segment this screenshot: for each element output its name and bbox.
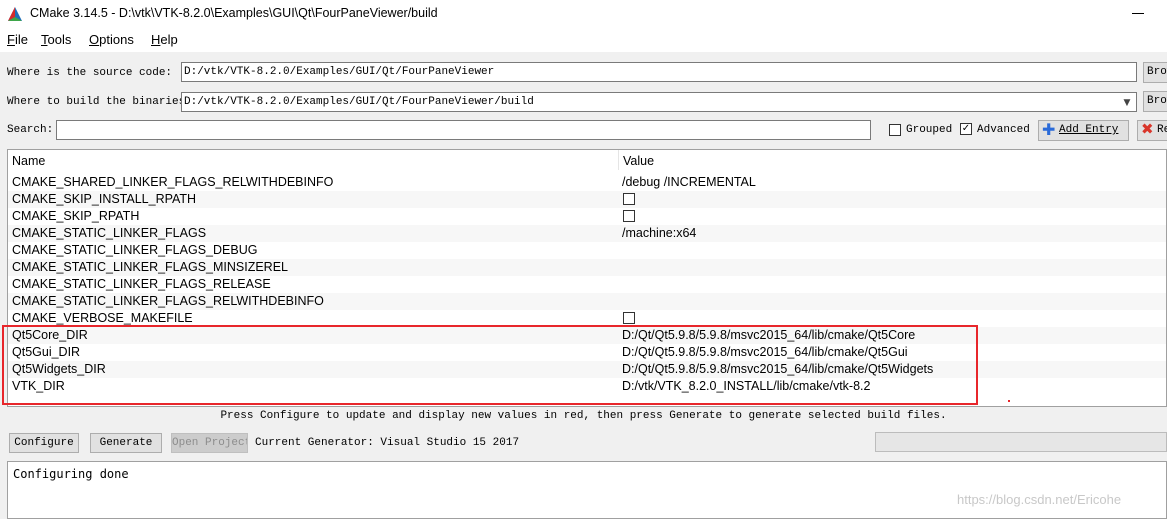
menu-options[interactable]: Options — [89, 32, 134, 47]
menu-help[interactable]: Help — [151, 32, 178, 47]
row-value-checkbox[interactable] — [623, 193, 635, 205]
generate-button[interactable]: Generate — [90, 433, 162, 453]
row-name: CMAKE_VERBOSE_MAKEFILE — [12, 311, 193, 325]
configure-button[interactable]: Configure — [9, 433, 79, 453]
row-value-checkbox[interactable] — [623, 210, 635, 222]
search-label: Search: — [7, 124, 54, 136]
row-name: CMAKE_STATIC_LINKER_FLAGS_DEBUG — [12, 243, 258, 257]
grouped-checkbox[interactable] — [889, 124, 901, 136]
table-row[interactable]: CMAKE_SKIP_RPATH — [8, 208, 1166, 225]
browse-build-button[interactable]: Brow — [1143, 91, 1167, 112]
row-name: CMAKE_STATIC_LINKER_FLAGS_RELWITHDEBINFO — [12, 294, 324, 308]
table-row[interactable]: CMAKE_STATIC_LINKER_FLAGS_RELEASE — [8, 276, 1166, 293]
row-name: CMAKE_SKIP_INSTALL_RPATH — [12, 192, 197, 206]
search-input[interactable] — [56, 120, 871, 140]
remove-icon: ✖ — [1141, 120, 1154, 138]
table-row[interactable]: CMAKE_SHARED_LINKER_FLAGS_RELWITHDEBINFO… — [8, 174, 1166, 191]
column-header-name[interactable]: Name — [12, 154, 45, 168]
open-project-button[interactable]: Open Project — [171, 433, 248, 453]
binaries-label: Where to build the binaries: — [7, 96, 192, 108]
table-row[interactable]: CMAKE_SKIP_INSTALL_RPATH — [8, 191, 1166, 208]
row-value[interactable]: /machine:x64 — [622, 226, 696, 240]
plus-icon: ✚ — [1042, 120, 1056, 139]
minimize-button[interactable] — [1132, 13, 1144, 14]
table-row[interactable]: CMAKE_STATIC_LINKER_FLAGS_DEBUG — [8, 242, 1166, 259]
add-entry-label: Add Entry — [1059, 124, 1119, 136]
watermark: https://blog.csdn.net/Ericohe — [957, 492, 1122, 507]
current-generator-text: Current Generator: Visual Studio 15 2017 — [255, 437, 520, 449]
browse-source-button[interactable]: Brow — [1143, 62, 1167, 83]
chevron-down-icon[interactable]: ▼ — [1120, 96, 1134, 110]
binaries-path-combo[interactable]: D:/vtk/VTK-8.2.0/Examples/GUI/Qt/FourPan… — [181, 92, 1137, 112]
output-text: Configuring done — [13, 467, 129, 481]
menu-file[interactable]: File — [7, 32, 28, 47]
header-separator — [618, 150, 619, 170]
menu-tools[interactable]: Tools — [41, 32, 71, 47]
column-header-value[interactable]: Value — [623, 154, 654, 168]
grouped-label: Grouped — [906, 124, 953, 136]
window-title: CMake 3.14.5 - D:\vtk\VTK-8.2.0\Examples… — [30, 6, 438, 20]
source-label: Where is the source code: — [7, 67, 173, 79]
row-name: CMAKE_STATIC_LINKER_FLAGS_RELEASE — [12, 277, 271, 291]
advanced-checkbox[interactable]: ✓ — [960, 123, 972, 135]
source-path-field[interactable]: D:/vtk/VTK-8.2.0/Examples/GUI/Qt/FourPan… — [181, 62, 1137, 82]
table-row[interactable]: CMAKE_STATIC_LINKER_FLAGS/machine:x64 — [8, 225, 1166, 242]
hint-text: Press Configure to update and display ne… — [220, 410, 947, 422]
progress-bar — [875, 432, 1167, 452]
row-name: CMAKE_STATIC_LINKER_FLAGS — [12, 226, 207, 240]
annotation-dot — [1008, 400, 1010, 402]
row-name: CMAKE_SHARED_LINKER_FLAGS_RELWITHDEBINFO — [12, 175, 334, 189]
highlight-box — [2, 325, 978, 405]
table-row[interactable]: CMAKE_STATIC_LINKER_FLAGS_RELWITHDEBINFO — [8, 293, 1166, 310]
row-value[interactable]: /debug /INCREMENTAL — [622, 175, 756, 189]
row-name: CMAKE_STATIC_LINKER_FLAGS_MINSIZEREL — [12, 260, 289, 274]
output-log[interactable] — [7, 461, 1167, 519]
remove-entry-label: Re — [1157, 124, 1167, 136]
row-value-checkbox[interactable] — [623, 312, 635, 324]
advanced-label: Advanced — [977, 124, 1030, 136]
table-row[interactable]: CMAKE_STATIC_LINKER_FLAGS_MINSIZEREL — [8, 259, 1166, 276]
cmake-logo-icon — [8, 7, 22, 21]
row-name: CMAKE_SKIP_RPATH — [12, 209, 140, 223]
